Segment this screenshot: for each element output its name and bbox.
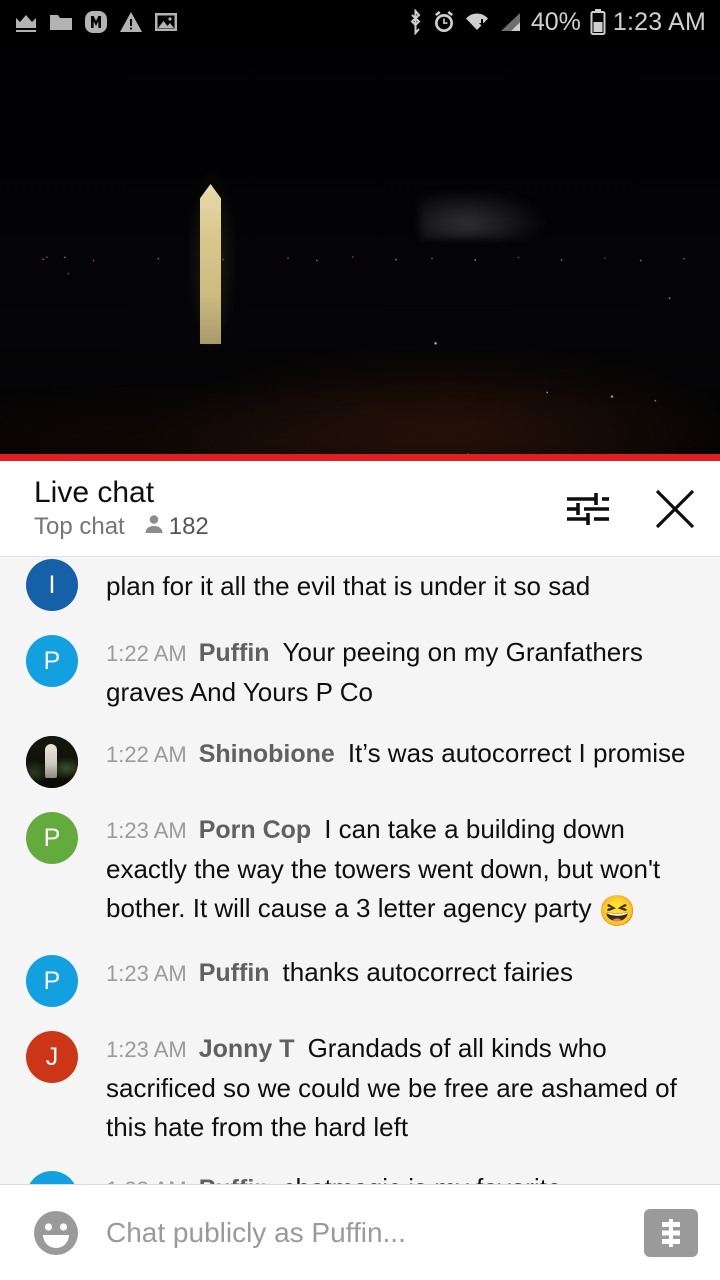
- tune-icon[interactable]: [564, 487, 612, 531]
- chat-message-body: 1:23 AM Jonny T Grandads of all kinds who …: [106, 1029, 694, 1147]
- image-icon: [154, 11, 178, 33]
- message-time: 1:22 AM: [106, 556, 187, 557]
- avatar[interactable]: [26, 736, 78, 788]
- chat-message-body: 1:22 AM Puffin Your peeing on my Granfathe…: [106, 633, 694, 712]
- chat-message-list[interactable]: I 1:22 AM John Gibson I am sure that there…: [0, 556, 720, 1186]
- message-author[interactable]: John Gibson: [199, 557, 352, 558]
- video-progress-bar[interactable]: [0, 454, 720, 461]
- warning-icon: [119, 11, 143, 33]
- alarm-icon: [431, 9, 457, 35]
- message-time: 1:23 AM: [106, 961, 187, 986]
- chat-message-row[interactable]: P 1:22 AM Puffin Your peeing on my Granfat…: [0, 622, 720, 723]
- chat-message-row[interactable]: 1:22 AM Shinobione It’s was autocorrect I …: [0, 723, 720, 799]
- message-text: thanks autocorrect fairies: [282, 957, 574, 987]
- close-icon[interactable]: [652, 486, 698, 532]
- video-player[interactable]: [0, 44, 720, 454]
- chat-header-titles: Live chat Top chat 182: [34, 476, 209, 541]
- viewer-count-group: 182: [143, 513, 209, 541]
- message-author[interactable]: Porn Cop: [199, 816, 312, 844]
- chat-message-row[interactable]: P 1:23 AMPuffinchatmagic is my favorite: [0, 1158, 720, 1186]
- message-time: 1:22 AM: [106, 742, 187, 767]
- top-chat-label[interactable]: Top chat: [34, 513, 125, 541]
- message-author[interactable]: Shinobione: [199, 740, 335, 768]
- chat-subheader: Top chat 182: [34, 513, 209, 541]
- avatar[interactable]: J: [26, 1031, 78, 1083]
- emoji-face-icon[interactable]: [30, 1207, 82, 1259]
- status-bar: 40% 1:23 AM: [0, 0, 720, 44]
- chat-input[interactable]: [106, 1216, 644, 1249]
- battery-percent-label: 40%: [530, 7, 581, 36]
- scattered-lights: [0, 44, 720, 454]
- avatar-initial: J: [45, 1042, 59, 1071]
- wifi-icon: [464, 10, 492, 34]
- message-text: Grandads of all kinds who sacrificed so …: [106, 1033, 677, 1142]
- battery-icon: [590, 9, 606, 35]
- avatar-initial: I: [48, 570, 56, 599]
- person-icon: [143, 513, 165, 540]
- message-time: 1:22 AM: [106, 641, 187, 666]
- chat-message-clipped-line: 1:22 AM John Gibson I am sure that there w…: [106, 556, 694, 563]
- avatar[interactable]: P: [26, 812, 78, 864]
- avatar[interactable]: P: [26, 635, 78, 687]
- chat-message-body: 1:22 AM John Gibson I am sure that there w…: [106, 556, 694, 606]
- avatar-initial: P: [43, 823, 61, 852]
- signal-icon: [499, 10, 524, 34]
- avatar-initial: P: [43, 966, 61, 995]
- bluetooth-icon: [407, 9, 424, 35]
- dollar-icon[interactable]: [644, 1208, 698, 1257]
- message-text: I can take a building down exactly the w…: [106, 814, 661, 923]
- chat-message-body: 1:23 AM Puffin thanks autocorrect fairies: [106, 953, 694, 993]
- live-chat-header: Live chat Top chat 182: [0, 461, 720, 556]
- chat-message-row[interactable]: P 1:23 AM Porn Cop I can take a building d…: [0, 799, 720, 942]
- m-badge-icon: [84, 10, 108, 34]
- chat-message-body: 1:22 AM Shinobione It’s was autocorrect I …: [106, 734, 694, 774]
- message-time: 1:23 AM: [106, 818, 187, 843]
- chat-title: Live chat: [34, 476, 155, 510]
- status-bar-right-icons: 40% 1:23 AM: [407, 8, 706, 37]
- viewer-count-label: 182: [168, 512, 209, 540]
- avatar[interactable]: P: [26, 955, 78, 1007]
- chat-message-row[interactable]: I 1:22 AM John Gibson I am sure that there…: [0, 556, 720, 622]
- avatar-photo-figure: [45, 744, 57, 778]
- chat-message-row[interactable]: P 1:23 AM Puffin thanks autocorrect fairie…: [0, 942, 720, 1018]
- message-author[interactable]: Jonny T: [199, 1035, 295, 1063]
- crown-icon: [14, 11, 38, 33]
- chat-input-bar: [0, 1184, 720, 1280]
- status-bar-left-icons: [14, 10, 178, 34]
- avatar-initial: P: [43, 646, 61, 675]
- laughing-emoji-icon: 😆: [598, 895, 637, 928]
- message-author[interactable]: Puffin: [199, 639, 270, 667]
- avatar[interactable]: I: [26, 559, 78, 611]
- clock-label: 1:23 AM: [612, 7, 706, 36]
- chat-header-actions: [564, 486, 698, 532]
- chat-message-body: 1:23 AM Porn Cop I can take a building dow…: [106, 810, 694, 931]
- chat-message-row[interactable]: J 1:23 AM Jonny T Grandads of all kinds wh…: [0, 1018, 720, 1158]
- message-text-overflow: plan for it all the evil that is under i…: [106, 571, 591, 601]
- folder-icon: [49, 12, 73, 32]
- message-text: It’s was autocorrect I promise: [347, 738, 686, 768]
- message-time: 1:23 AM: [106, 1037, 187, 1062]
- message-author[interactable]: Puffin: [199, 959, 270, 987]
- message-text: I am sure that there will be a: [365, 557, 692, 558]
